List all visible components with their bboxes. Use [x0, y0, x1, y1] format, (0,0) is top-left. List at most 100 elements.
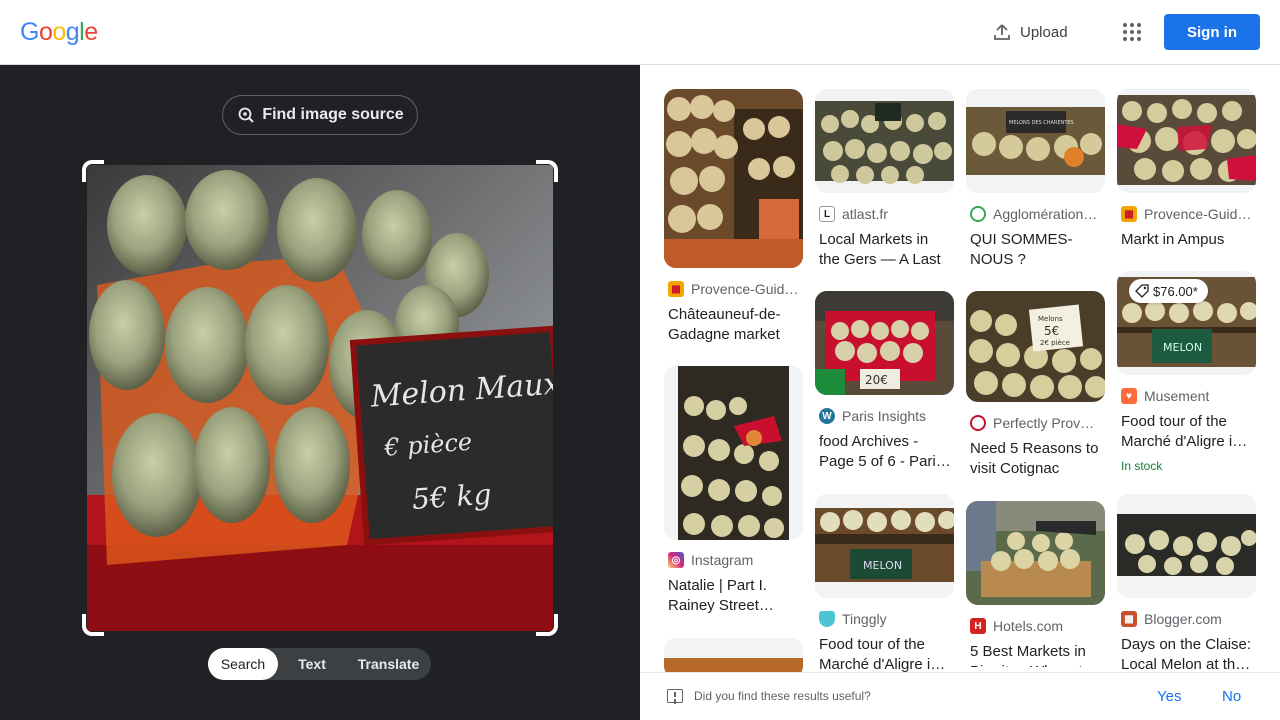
price-value: $76.00*: [1153, 283, 1198, 299]
result-title[interactable]: Food tour of the Marché d'Aligre i…: [1121, 412, 1253, 452]
result-thumbnail[interactable]: Melons 5€ 2€ pièce: [966, 291, 1105, 402]
google-logo[interactable]: Google: [20, 18, 98, 47]
result-thumbnail[interactable]: [664, 366, 803, 540]
upload-button[interactable]: Upload: [992, 20, 1068, 44]
mode-tabs: Search Text Translate: [208, 648, 431, 680]
price-sign: MELON: [1163, 341, 1202, 354]
result-source[interactable]: W Paris Insights: [819, 408, 954, 424]
provence-guide-icon: ▦: [1121, 206, 1137, 222]
hotels-icon: H: [970, 618, 986, 634]
logo-letter: g: [65, 18, 80, 46]
sign-line: 5€ kg: [411, 478, 493, 516]
feedback-question: Did you find these results useful?: [694, 689, 871, 703]
blogger-icon: ▦: [1121, 611, 1137, 627]
result-thumbnail[interactable]: MELON: [815, 494, 954, 598]
price-sign: 20€: [865, 373, 888, 387]
result-thumbnail[interactable]: [664, 638, 803, 672]
result-title[interactable]: Local Markets in the Gers — A Last: [819, 230, 951, 270]
result-source[interactable]: H Hotels.com: [970, 618, 1105, 634]
result-thumbnail[interactable]: MELON $76.00*: [1117, 271, 1256, 375]
provence-guide-icon: ▦: [668, 281, 684, 297]
price-sign: 2€ pièce: [1040, 339, 1070, 347]
upload-label: Upload: [1020, 23, 1068, 41]
source-name: Blogger.com: [1144, 611, 1222, 627]
feedback-yes-button[interactable]: Yes: [1157, 688, 1181, 705]
chalkboard-sign: Melon Maux € pièce 5€ kg: [349, 325, 553, 546]
result-title[interactable]: 5 Best Markets in Biarritz - Where t…: [970, 642, 1102, 667]
result-source[interactable]: Perfectly Prov…: [970, 415, 1105, 431]
result-source[interactable]: Tinggly: [819, 611, 954, 627]
source-name: Perfectly Prov…: [993, 415, 1095, 431]
query-image-panel: Find image source Melon Maux € pièce 5€ …: [0, 65, 640, 720]
query-image[interactable]: Melon Maux € pièce 5€ kg: [87, 165, 553, 631]
crop-handle-top-left[interactable]: [82, 160, 104, 182]
source-name: Provence-Guid…: [691, 281, 799, 297]
result-source[interactable]: L atlast.fr: [819, 206, 954, 222]
tab-search[interactable]: Search: [208, 648, 278, 680]
result-thumbnail[interactable]: [1117, 89, 1256, 193]
perfectly-provence-icon: [970, 415, 986, 431]
feedback-no-button[interactable]: No: [1222, 688, 1241, 705]
result-source[interactable]: Agglomération…: [970, 206, 1105, 222]
source-name: Musement: [1144, 388, 1210, 404]
result-thumbnail[interactable]: MELONS DES CHARENTES: [966, 89, 1105, 193]
tinggly-icon: [819, 611, 835, 627]
stock-status: In stock: [1121, 459, 1163, 473]
result-title[interactable]: Days on the Claise: Local Melon at th…: [1121, 635, 1253, 672]
source-name: Tinggly: [842, 611, 887, 627]
musement-heart-icon: ♥: [1121, 388, 1137, 404]
result-source[interactable]: ▦ Provence-Guid…: [668, 281, 803, 297]
tab-text[interactable]: Text: [278, 648, 346, 680]
result-thumbnail[interactable]: [1117, 494, 1256, 598]
result-source[interactable]: ♥ Musement: [1121, 388, 1256, 404]
crop-handle-bottom-left[interactable]: [82, 614, 104, 636]
top-bar: Google Upload Sign in: [0, 0, 1280, 65]
source-name: Instagram: [691, 552, 754, 568]
crop-handle-bottom-right[interactable]: [536, 614, 558, 636]
logo-letter: o: [52, 18, 66, 46]
result-title[interactable]: Food tour of the Marché d'Aligre i…: [819, 635, 951, 672]
visual-matches: ▦ Provence-Guid… Châteauneuf-de-Gadagne …: [640, 65, 1280, 672]
tag-icon: [1135, 284, 1149, 298]
result-source[interactable]: ▦ Blogger.com: [1121, 611, 1256, 627]
agglomeration-icon: [970, 206, 986, 222]
price-sign: MELON: [863, 559, 902, 572]
logo-letter: G: [20, 18, 39, 46]
result-title[interactable]: Natalie | Part I. Rainey Street…: [668, 576, 800, 616]
source-name: atlast.fr: [842, 206, 888, 222]
atlast-icon: L: [819, 206, 835, 222]
result-source[interactable]: ▦ Provence-Guid…: [1121, 206, 1256, 222]
result-source[interactable]: ◎ Instagram: [668, 552, 803, 568]
feedback-bar: Did you find these results useful? Yes N…: [640, 672, 1280, 720]
instagram-icon: ◎: [668, 552, 684, 568]
result-title[interactable]: Need 5 Reasons to visit Cotignac: [970, 439, 1102, 479]
source-name: Provence-Guid…: [1144, 206, 1252, 222]
result-title[interactable]: Châteauneuf-de-Gadagne market: [668, 305, 800, 345]
result-thumbnail[interactable]: [815, 89, 954, 193]
result-thumbnail[interactable]: [966, 501, 1105, 605]
find-image-source-button[interactable]: Find image source: [222, 95, 418, 135]
price-sign: MELONS DES CHARENTES: [1009, 120, 1074, 126]
logo-letter: e: [84, 18, 98, 46]
sign-in-button[interactable]: Sign in: [1164, 14, 1260, 50]
source-name: Paris Insights: [842, 408, 927, 424]
find-source-label: Find image source: [262, 106, 404, 123]
feedback-icon: [667, 689, 683, 703]
source-name: Hotels.com: [993, 618, 1064, 634]
apps-grid-icon[interactable]: [1120, 20, 1144, 44]
result-title[interactable]: QUI SOMMES-NOUS ?: [970, 230, 1102, 270]
wordpress-icon: W: [819, 408, 835, 424]
result-thumbnail[interactable]: [664, 89, 803, 268]
lens-search-icon: [238, 107, 255, 123]
result-title[interactable]: Markt in Ampus: [1121, 230, 1253, 250]
logo-letter: o: [38, 18, 53, 46]
upload-icon: [994, 24, 1010, 40]
source-name: Agglomération…: [993, 206, 1098, 222]
crop-handle-top-right[interactable]: [536, 160, 558, 182]
tab-translate[interactable]: Translate: [346, 648, 431, 680]
price-tag[interactable]: $76.00*: [1129, 279, 1208, 303]
price-sign: 5€: [1044, 324, 1059, 338]
price-sign: Melons: [1038, 315, 1063, 323]
result-title[interactable]: food Archives - Page 5 of 6 - Pari…: [819, 432, 951, 472]
result-thumbnail[interactable]: 20€: [815, 291, 954, 395]
